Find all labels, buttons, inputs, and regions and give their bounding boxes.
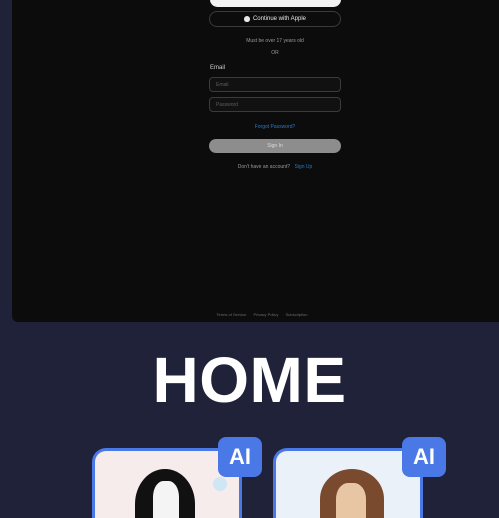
signup-row: Don't have an account? Sign Up (209, 164, 341, 170)
avatar-face (336, 483, 366, 518)
email-field[interactable]: Email (209, 77, 341, 92)
password-field[interactable]: Password (209, 97, 341, 112)
apple-button-label: Continue with Apple (252, 16, 307, 22)
footer-link[interactable]: Subscription (285, 312, 307, 317)
bubble-icon (213, 477, 227, 491)
password-placeholder: Password (216, 101, 238, 108)
footer-link[interactable]: Privacy Policy (253, 312, 278, 317)
continue-with-apple-button[interactable]: Continue with Apple (209, 11, 341, 27)
footer-link[interactable]: Terms of Service (217, 312, 247, 317)
apple-icon (243, 16, 250, 22)
avatar-face (153, 481, 179, 518)
character-card[interactable] (273, 448, 423, 518)
page-title: HOME (152, 344, 347, 416)
sign-up-link[interactable]: Sign Up (294, 164, 312, 170)
forgot-password-link[interactable]: Forgot Password? (209, 124, 341, 130)
login-panel: Continue with Apple Must be over 17 year… (12, 0, 499, 322)
ai-badge: AI (402, 437, 446, 477)
ai-badge: AI (218, 437, 262, 477)
signup-prompt: Don't have an account? (237, 164, 291, 170)
email-placeholder: Email (216, 81, 229, 88)
or-divider: OR (271, 50, 279, 56)
age-notice: Must be over 17 years old (246, 38, 304, 44)
sign-in-label: Sign In (267, 143, 283, 149)
email-label: Email (210, 65, 226, 71)
sign-in-button[interactable]: Sign In (209, 139, 341, 153)
footer-links: Terms of Service Privacy Policy Subscrip… (12, 312, 499, 317)
continue-with-google-button[interactable] (210, 0, 341, 7)
